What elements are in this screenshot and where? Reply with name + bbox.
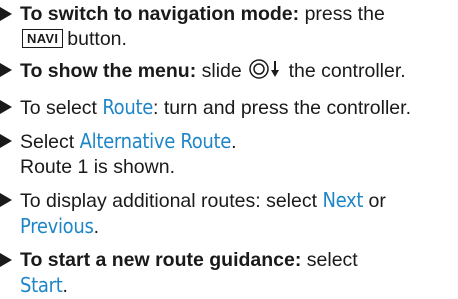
bullet-arrow-icon: [0, 100, 12, 114]
instruction-step-start-guidance: To start a new route guidance: select St…: [0, 248, 458, 299]
instruction-step-show-menu: To show the menu: slide the controller.: [0, 58, 458, 87]
instruction-list: To switch to navigation mode: press the …: [0, 0, 458, 299]
controller-slide-down-icon: [248, 58, 282, 87]
bullet-arrow-icon: [0, 7, 12, 21]
menu-term-start: Start: [20, 273, 63, 297]
instruction-step-additional-routes: To display additional routes: select Nex…: [0, 188, 458, 240]
step-text: : turn and press the controller.: [153, 97, 411, 119]
navi-key: NAVI: [22, 29, 64, 48]
menu-term-alternative-route: Alternative Route: [79, 129, 232, 153]
step-text: To display additional routes: select: [20, 190, 318, 212]
bullet-arrow-icon: [0, 193, 12, 207]
bullet-arrow-icon: [0, 253, 12, 267]
step-bold-label: To show the menu:: [20, 60, 197, 82]
bullet-arrow-icon: [0, 134, 12, 148]
step-bold-label: To start a new route guidance:: [20, 249, 302, 271]
step-text: press the: [304, 3, 385, 25]
instruction-step-navigation-mode: To switch to navigation mode: press the …: [0, 2, 458, 52]
step-text: .: [93, 216, 99, 238]
step-text: .: [62, 275, 68, 297]
menu-term-route: Route: [102, 95, 154, 119]
menu-term-previous: Previous: [20, 214, 94, 238]
step-text: To select: [20, 97, 97, 119]
step-text: slide: [201, 60, 242, 82]
bullet-arrow-icon: [0, 63, 12, 77]
step-text: select: [306, 249, 358, 271]
step-text: or: [368, 190, 386, 212]
instruction-step-alternative-route: Select Alternative Route. Route 1 is sho…: [0, 129, 458, 180]
step-text: the controller.: [288, 60, 406, 82]
step-result-text: Route 1 is shown.: [20, 156, 176, 178]
step-bold-label: To switch to navigation mode:: [20, 3, 300, 25]
step-text: button.: [67, 28, 127, 50]
step-text: .: [231, 131, 237, 153]
instruction-step-select-route: To select Route: turn and press the cont…: [0, 95, 458, 121]
step-text: Select: [20, 131, 75, 153]
menu-term-next: Next: [322, 188, 364, 212]
